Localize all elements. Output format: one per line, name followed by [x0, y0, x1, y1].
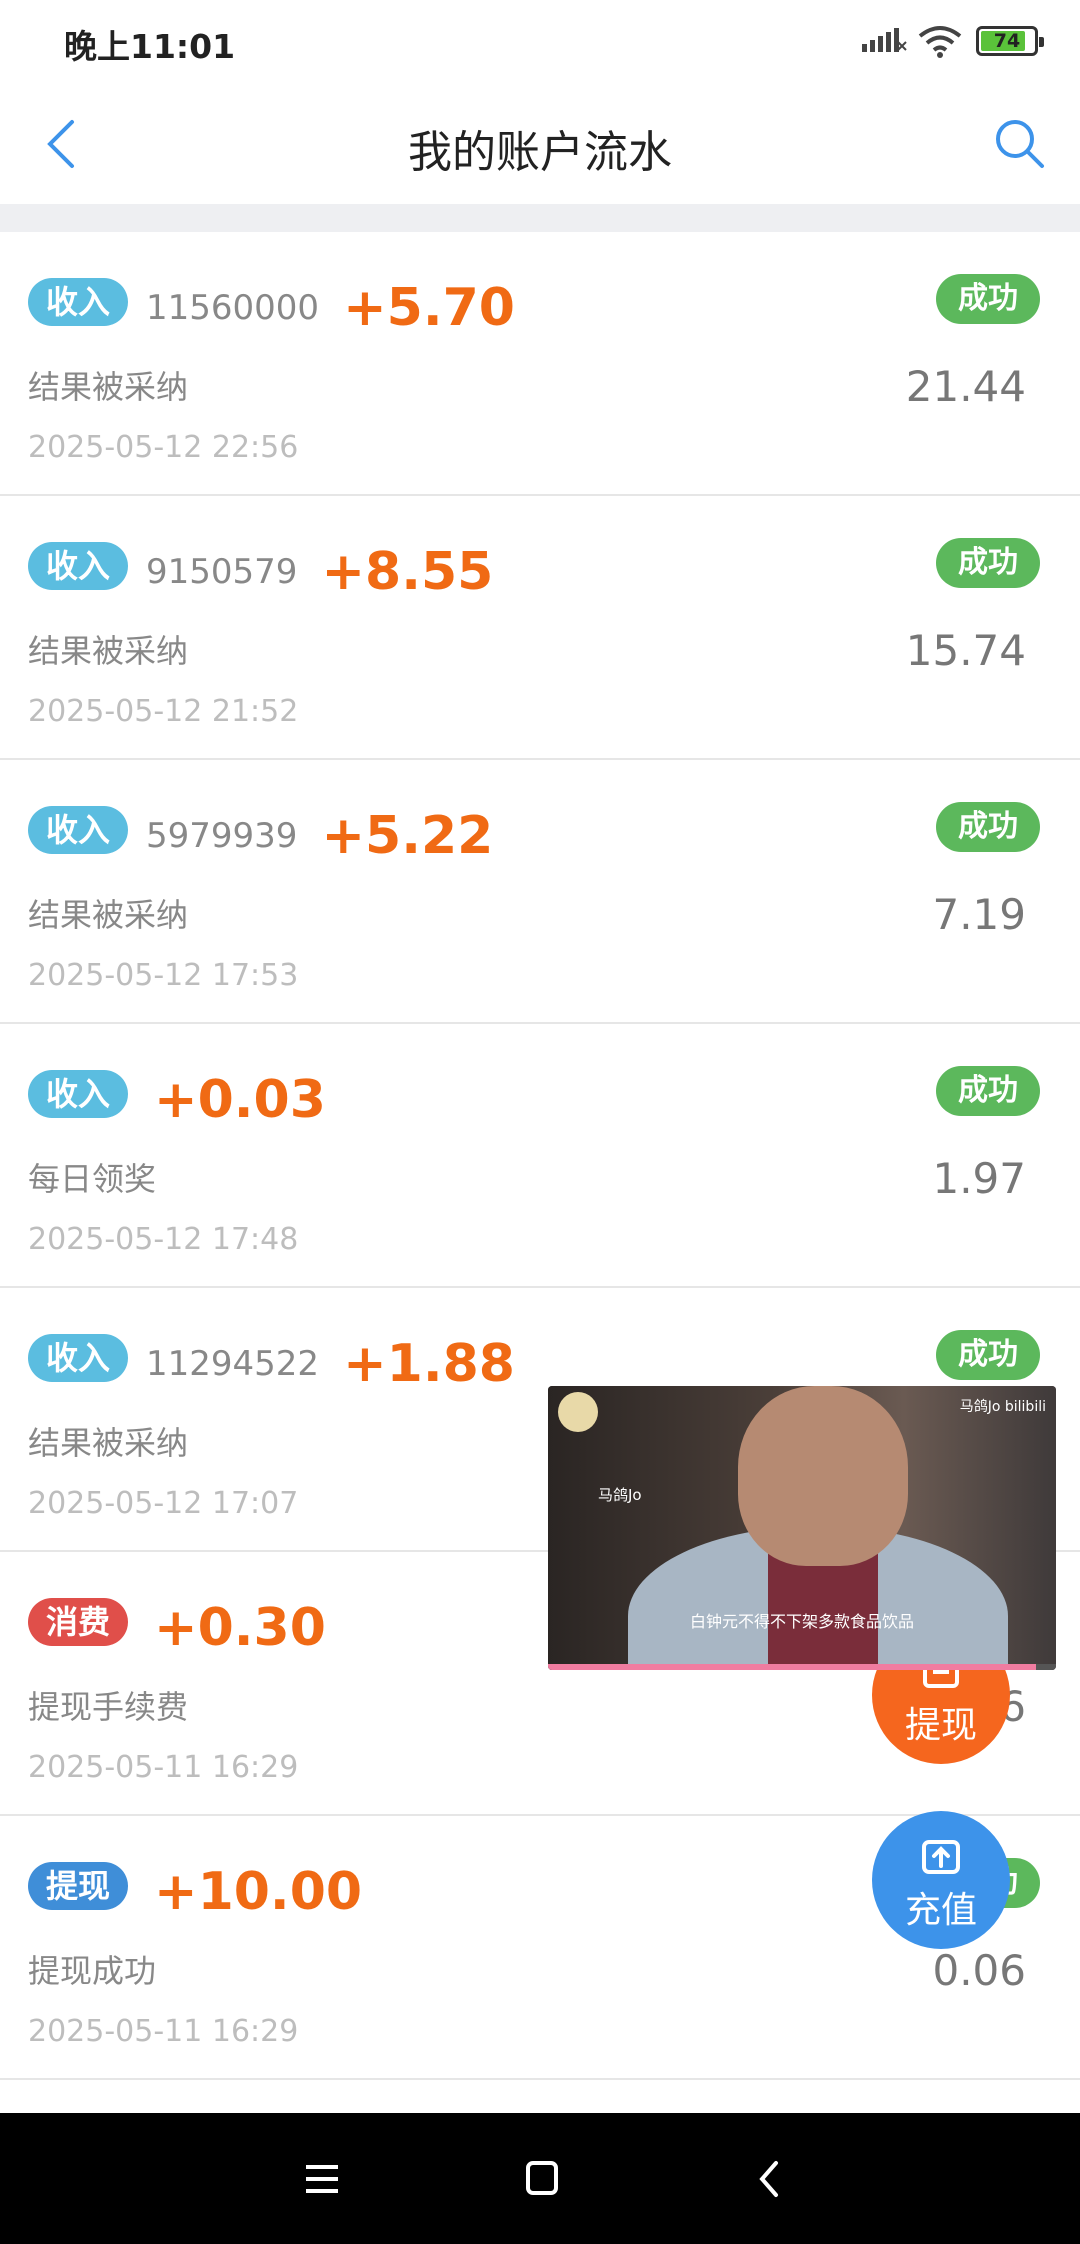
type-badge: 提现 — [28, 1862, 129, 1910]
balance: 0.06 — [932, 1946, 1026, 1995]
status-badge: 成功 — [936, 802, 1040, 852]
page-title: 我的账户流水 — [408, 127, 672, 178]
status-badge: 成功 — [936, 274, 1040, 324]
status-time: 晚上11:01 — [64, 27, 236, 66]
battery-level: 74 — [993, 30, 1021, 52]
transaction-row[interactable]: 收入 9150579 +8.55 结果被采纳 2025-05-12 21:52 成… — [0, 496, 1080, 760]
type-badge: 收入 — [28, 1070, 129, 1118]
upload-icon — [922, 1840, 960, 1874]
description: 结果被采纳 — [28, 632, 189, 670]
timestamp: 2025-05-12 17:48 — [28, 1222, 299, 1257]
timestamp: 2025-05-12 21:52 — [28, 694, 299, 729]
balance: 21.44 — [905, 362, 1026, 411]
battery-icon: 74 — [976, 26, 1044, 56]
balance: 7.19 — [932, 890, 1026, 939]
wifi-icon — [918, 26, 962, 58]
timestamp: 2025-05-12 17:53 — [28, 958, 299, 993]
amount: +0.30 — [154, 1598, 326, 1658]
app-header: 我的账户流水 — [0, 84, 1080, 204]
status-bar: 晚上11:01 74 — [0, 0, 1080, 84]
timestamp: 2025-05-11 16:29 — [28, 2014, 299, 2049]
video-progress-bar[interactable] — [548, 1664, 1056, 1670]
signal-icon — [862, 28, 907, 52]
balance: 15.74 — [905, 626, 1026, 675]
description: 提现手续费 — [28, 1688, 189, 1726]
status-badge: 成功 — [936, 1066, 1040, 1116]
back-icon[interactable] — [740, 2153, 800, 2205]
video-brand: 马鸽Jo bilibili — [959, 1399, 1046, 1415]
home-icon[interactable] — [512, 2153, 572, 2205]
withdraw-label: 提现 — [904, 1705, 977, 1746]
description: 每日领奖 — [28, 1160, 157, 1198]
type-badge: 收入 — [28, 542, 129, 590]
amount: +5.22 — [321, 806, 494, 866]
description: 提现成功 — [28, 1952, 157, 1990]
order-id: 11294522 — [146, 1344, 320, 1384]
type-badge: 消费 — [28, 1598, 129, 1646]
timestamp: 2025-05-12 17:07 — [28, 1486, 299, 1521]
transaction-row[interactable]: 收入 +0.03 每日领奖 2025-05-12 17:48 成功 1.97 — [0, 1024, 1080, 1288]
balance: 1.97 — [932, 1154, 1026, 1203]
description: 结果被采纳 — [28, 368, 189, 406]
system-nav-bar — [0, 2113, 1080, 2244]
description: 结果被采纳 — [28, 1424, 189, 1462]
transaction-row[interactable]: 收入 11560000 +5.70 结果被采纳 2025-05-12 22:56 … — [0, 232, 1080, 496]
recharge-label: 充值 — [904, 1890, 977, 1931]
order-id: 9150579 — [146, 552, 298, 592]
channel-avatar — [558, 1392, 598, 1432]
recharge-button[interactable]: 充值 — [872, 1811, 1010, 1949]
order-id: 5979939 — [146, 816, 298, 856]
header-divider — [0, 204, 1080, 232]
status-badge: 成功 — [936, 1330, 1040, 1380]
floating-video-player[interactable]: 马鸽Jo bilibili 马鸽Jo 白钟元不得不下架多款食品饮品 — [548, 1386, 1056, 1670]
video-creator-name: 马鸽Jo — [598, 1486, 642, 1504]
video-subtitle: 白钟元不得不下架多款食品饮品 — [689, 1612, 914, 1631]
amount: +10.00 — [154, 1862, 363, 1922]
amount: +8.55 — [321, 542, 494, 602]
status-badge: 成功 — [936, 538, 1040, 588]
search-icon[interactable] — [990, 114, 1050, 174]
transaction-row[interactable]: 收入 5979939 +5.22 结果被采纳 2025-05-12 17:53 成… — [0, 760, 1080, 1024]
timestamp: 2025-05-12 22:56 — [28, 430, 299, 465]
menu-icon[interactable] — [292, 2153, 352, 2205]
timestamp: 2025-05-11 16:29 — [28, 1750, 299, 1785]
type-badge: 收入 — [28, 278, 129, 326]
amount: +5.70 — [343, 278, 515, 338]
description: 结果被采纳 — [28, 896, 189, 934]
type-badge: 收入 — [28, 1334, 129, 1382]
transaction-list: 收入 11560000 +5.70 结果被采纳 2025-05-12 22:56 … — [0, 232, 1080, 2080]
video-frame-person — [738, 1386, 908, 1566]
order-id: 11560000 — [146, 288, 320, 328]
type-badge: 收入 — [28, 806, 129, 854]
amount: +1.88 — [343, 1334, 515, 1394]
amount: +0.03 — [154, 1070, 326, 1130]
